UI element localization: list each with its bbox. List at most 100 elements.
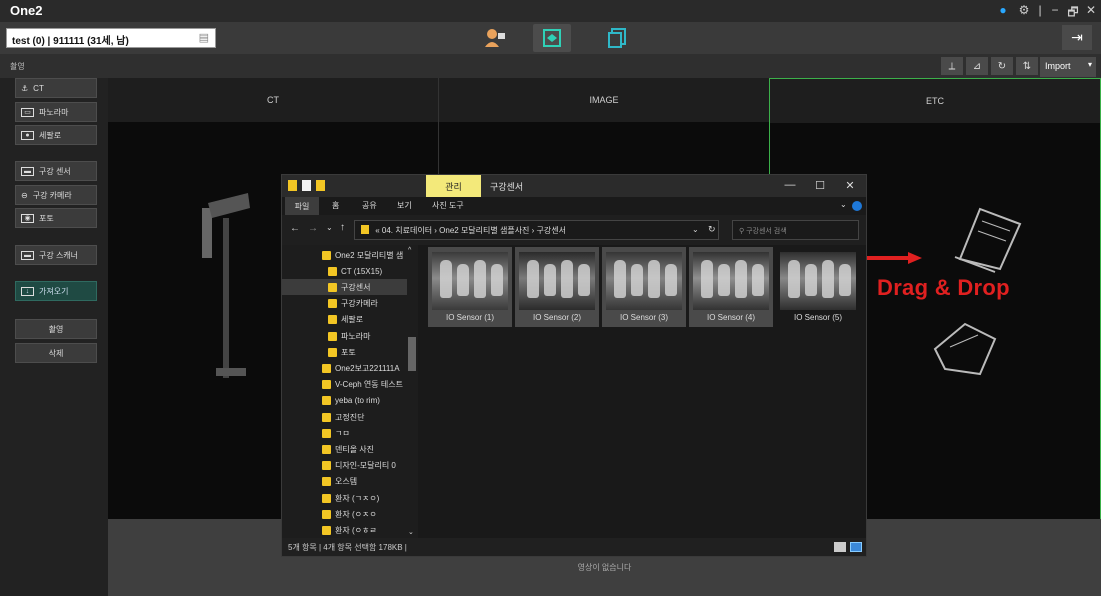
sidebar-item-panorama[interactable]: ▭ 파노라마 <box>15 102 97 122</box>
tree-item[interactable]: One2보고221111A <box>282 360 407 376</box>
properties-icon[interactable] <box>302 180 311 191</box>
exit-icon: ⇥ <box>1071 29 1083 45</box>
folder-icon <box>328 315 337 325</box>
flip-v-icon[interactable]: ⟂ <box>941 57 963 75</box>
layers-mode-button[interactable] <box>533 24 571 52</box>
export-mode-button[interactable] <box>603 24 633 52</box>
tree-item[interactable]: 환자 (ㅇㅎㄹ <box>282 522 407 538</box>
tree-item[interactable]: 환자 (ㅇㅈㅇ <box>282 506 407 522</box>
tree-item-label: yeba (to rim) <box>335 396 380 406</box>
tree-item-label: 포토 <box>341 347 356 357</box>
tab-file[interactable]: 파일 <box>285 197 319 215</box>
patient-mode-button[interactable] <box>480 24 510 52</box>
minimize-button[interactable]: — <box>782 179 798 191</box>
tree-item[interactable]: 구강카메라 <box>282 296 407 312</box>
delete-button-label: 삭제 <box>48 348 64 358</box>
sidebar-item-scanner[interactable]: ▬ 구강 스캐너 <box>15 245 97 265</box>
folder-tree[interactable]: One2 모달리티별 샘 CT (15X15) 구강센서 구강카메라 세팔로 파노라마포토… <box>282 245 418 538</box>
capture-button[interactable]: 촬영 <box>15 319 97 339</box>
address-bar[interactable]: « 04. 치료데이터 › One2 모달리티별 샘플사진 › 구강센서 <box>354 220 719 240</box>
tree-item[interactable]: 디자인-모달리티 0 <box>282 458 407 474</box>
tab-picture-tools[interactable]: 사진 도구 <box>432 200 464 211</box>
file-thumbnail[interactable]: IO Sensor (4) <box>689 247 773 327</box>
tree-item[interactable]: V-Ceph 연동 테스트 <box>282 377 407 393</box>
tree-item[interactable]: One2 모달리티별 샘 <box>282 247 407 263</box>
tree-item-label: 오스템 <box>335 477 358 487</box>
new-folder-icon[interactable] <box>316 180 325 191</box>
file-thumbnail[interactable]: IO Sensor (2) <box>515 247 599 327</box>
tree-item[interactable]: yeba (to rim) <box>282 393 407 409</box>
tree-item[interactable]: 고정진단 <box>282 409 407 425</box>
swap-icon[interactable]: ⇅ <box>1016 57 1038 75</box>
patient-selector[interactable]: test (0) | 911111 (31세, 남) ▤ <box>6 28 216 48</box>
sidebar-item-camera[interactable]: ⊖ 구강 카메라 <box>15 185 97 205</box>
restore-button[interactable]: 🗗 <box>1066 3 1080 24</box>
delete-button[interactable]: 삭제 <box>15 343 97 363</box>
sidebar-item-import[interactable]: ↓ 가져오기 <box>15 281 97 301</box>
cephalo-icon: ● <box>21 130 34 140</box>
help-icon[interactable] <box>852 201 862 211</box>
search-input[interactable]: ⚲ 구강센서 검색 <box>732 220 859 240</box>
tree-item[interactable]: CT (15X15) <box>282 263 407 279</box>
tooth-shape <box>718 264 730 296</box>
thumbnail-view-button[interactable] <box>850 542 862 552</box>
tooth-shape <box>527 260 539 298</box>
folder-icon <box>322 509 331 519</box>
back-icon[interactable]: ← <box>290 223 300 234</box>
explorer-title-bar[interactable]: 관리 구강센서 — ☐ ✕ <box>282 175 866 197</box>
tree-item[interactable]: 덴티올 사진 <box>282 441 407 457</box>
scroll-up-icon[interactable]: ^ <box>408 247 411 254</box>
tree-item-label: One2보고221111A <box>335 363 400 373</box>
tree-item[interactable]: 오스템 <box>282 474 407 490</box>
tree-item[interactable]: ㄱㅁ <box>282 425 407 441</box>
forward-icon[interactable]: → <box>308 223 318 234</box>
details-view-button[interactable] <box>834 542 846 552</box>
tree-item[interactable]: 세팔로 <box>282 312 407 328</box>
manage-tab[interactable]: 관리 <box>426 175 481 197</box>
sidebar-item-cephalo[interactable]: ● 세팔로 <box>15 125 97 145</box>
panorama-icon: ▭ <box>21 107 34 117</box>
minimize-button[interactable]: − <box>1048 3 1062 17</box>
tree-item[interactable]: 구강센서 <box>282 279 407 296</box>
rotate-icon[interactable]: ↻ <box>991 57 1013 75</box>
xray-image <box>606 252 682 310</box>
file-list[interactable]: IO Sensor (1) IO Sensor (2) IO Sensor (3) I… <box>418 245 866 538</box>
address-dropdown-icon[interactable]: ⌄ <box>692 225 699 234</box>
sidebar-item-label: 가져오기 <box>39 286 69 296</box>
flip-h-icon[interactable]: ⊿ <box>966 57 988 75</box>
tab-share[interactable]: 공유 <box>362 200 377 211</box>
tab-view[interactable]: 보기 <box>397 200 412 211</box>
tab-home[interactable]: 홈 <box>332 200 339 211</box>
search-placeholder: 구강센서 검색 <box>746 228 787 235</box>
file-thumbnail[interactable]: IO Sensor (3) <box>602 247 686 327</box>
tree-item-label: 환자 (ㄱㅈㅇ) <box>335 493 380 503</box>
tree-item-label: 고정진단 <box>335 412 365 422</box>
tree-scrollbar[interactable] <box>408 337 416 371</box>
scroll-down-icon[interactable]: ⌄ <box>408 528 414 536</box>
maximize-button[interactable]: ☐ <box>812 179 828 192</box>
address-path: « 04. 치료데이터 › One2 모달리티별 샘플사진 › 구강센서 <box>375 226 566 235</box>
up-icon[interactable]: ↑ <box>340 222 345 233</box>
tree-item[interactable]: 환자 (ㄱㅈㅇ) <box>282 490 407 506</box>
sidebar-item-sensor[interactable]: ▬ 구강 센서 <box>15 161 97 181</box>
refresh-icon[interactable]: ↻ <box>708 224 716 235</box>
file-thumbnail[interactable]: IO Sensor (5) <box>776 247 860 327</box>
file-thumbnail[interactable]: IO Sensor (1) <box>428 247 512 327</box>
tree-item-label: V-Ceph 연동 테스트 <box>335 380 403 390</box>
close-button[interactable]: ✕ <box>1084 3 1098 17</box>
xray-image <box>519 252 595 310</box>
list-icon[interactable]: ▤ <box>199 31 209 44</box>
file-name: IO Sensor (5) <box>793 313 842 322</box>
exit-button[interactable]: ⇥ <box>1062 25 1092 50</box>
chevron-down-icon[interactable]: ⌄ <box>840 200 847 209</box>
tree-item[interactable]: 파노라마 <box>282 328 407 344</box>
close-button[interactable]: ✕ <box>842 179 858 192</box>
tree-item[interactable]: 포토 <box>282 344 407 360</box>
recent-dropdown-icon[interactable]: ⌄ <box>326 223 333 232</box>
import-dropdown[interactable]: Import ▾ <box>1040 57 1096 77</box>
file-name: IO Sensor (1) <box>445 313 494 322</box>
settings-icon[interactable]: ⚙ <box>1017 3 1031 17</box>
sidebar-item-photo[interactable]: ◉ 포토 <box>15 208 97 228</box>
sidebar-item-ct[interactable]: ⚓ CT <box>15 78 97 98</box>
file-explorer-window[interactable]: 관리 구강센서 — ☐ ✕ 파일 홈 공유 보기 사진 도구 ⌄ ← → ⌄ ↑… <box>281 174 867 557</box>
